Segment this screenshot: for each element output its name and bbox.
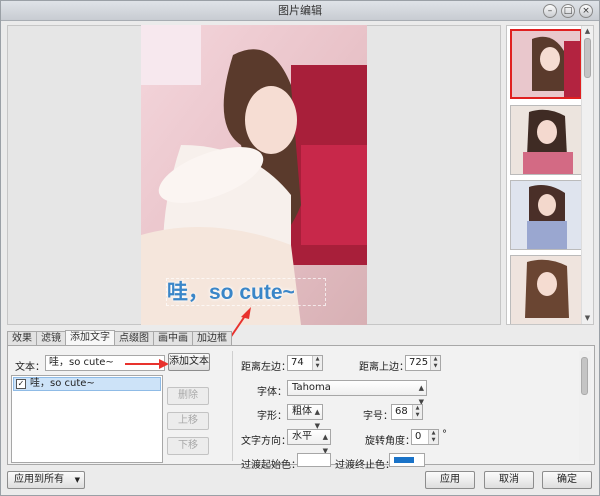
window-title: 图片编辑 [278,4,322,17]
rotation-spinner[interactable]: 0 ▲ ▼ [411,429,439,445]
cancel-button[interactable]: 取消 [484,471,534,489]
font-label: 字体： [257,387,287,398]
tab-add-border[interactable]: 加边框 [192,331,232,345]
checkbox[interactable]: ✓ [16,379,26,389]
thumbnail-strip: ▲ ▼ [506,25,594,325]
panel-divider [232,351,233,461]
footer-bar: 应用到所有 ▼ 应用 取消 确定 [1,467,599,495]
apply-to-all-dropdown[interactable]: 应用到所有 ▼ [7,471,85,489]
thumbnail-item[interactable] [510,29,582,99]
top-distance-label: 距离上边： [359,362,409,373]
move-down-button[interactable]: 下移 [167,437,209,455]
tab-effects[interactable]: 效果 [7,331,37,345]
scroll-thumb[interactable] [584,38,591,78]
thumbnail-item[interactable] [510,255,582,324]
tab-decorations[interactable]: 点缀图 [114,331,154,345]
text-list[interactable]: ✓ 哇，so cute~ [11,375,163,463]
close-icon[interactable]: × [579,4,593,18]
thumbnail-item[interactable] [510,105,582,175]
scroll-up-icon[interactable]: ▲ [582,26,593,37]
delete-button[interactable]: 删除 [167,387,209,405]
font-size-spinner[interactable]: 68 ▲ ▼ [391,404,423,420]
spinner-arrows-icon[interactable]: ▲ ▼ [430,356,440,370]
chevron-down-icon: ▼ [74,476,80,484]
photo-editor-window: 图片编辑 – □ × 哇，so cute~ ▲ ▼ 效果 滤镜 添加文字 点缀图… [0,0,600,496]
move-up-button[interactable]: 上移 [167,412,209,430]
left-distance-label: 距离左边： [241,362,291,373]
top-distance-spinner[interactable]: 725 ▲ ▼ [405,355,441,371]
spinner-arrows-icon[interactable]: ▲ ▼ [312,356,322,370]
text-label: 文本： [15,362,45,373]
add-text-button[interactable]: 添加文本 [168,353,210,371]
input-arrow [125,359,169,369]
gradient-end-color-picker[interactable] [389,453,425,467]
thumbnail-item[interactable] [510,180,582,250]
scroll-down-icon[interactable]: ▼ [582,313,593,324]
font-size-label: 字号： [363,411,393,422]
spinner-arrows-icon[interactable]: ▲ ▼ [428,430,438,444]
text-direction-label: 文字方向： [241,436,291,447]
rotation-label: 旋转角度： [365,436,415,447]
list-item[interactable]: ✓ 哇，so cute~ [13,377,161,391]
title-bar[interactable]: 图片编辑 – □ × [1,1,599,21]
tab-bar: 效果 滤镜 添加文字 点缀图 画中画 加边框 [7,330,232,345]
ok-button[interactable]: 确定 [542,471,592,489]
maximize-icon[interactable]: □ [561,4,575,18]
thumbnail-scrollbar[interactable]: ▲ ▼ [581,26,593,324]
font-select[interactable]: Tahoma ▲ ▼ [287,380,427,406]
tab-filters[interactable]: 滤镜 [36,331,66,345]
scroll-thumb[interactable] [581,357,588,395]
font-style-select[interactable]: 粗体 ▲ ▼ [287,404,323,430]
list-item-label: 哇，so cute~ [30,378,95,389]
text-direction-select[interactable]: 水平 ▲ ▼ [287,429,331,455]
gradient-start-color-picker[interactable] [297,453,331,467]
tab-add-text[interactable]: 添加文字 [65,330,115,345]
spinner-arrows-icon[interactable]: ▲ ▼ [412,405,422,419]
gradient-end-swatch [394,457,414,463]
font-style-label: 字形： [257,411,287,422]
left-distance-spinner[interactable]: 74 ▲ ▼ [287,355,323,371]
tab-picture-in-picture[interactable]: 画中画 [153,331,193,345]
degree-symbol: ° [442,429,447,440]
panel-scrollbar[interactable] [579,351,591,461]
apply-button[interactable]: 应用 [425,471,475,489]
minimize-icon[interactable]: – [543,4,557,18]
